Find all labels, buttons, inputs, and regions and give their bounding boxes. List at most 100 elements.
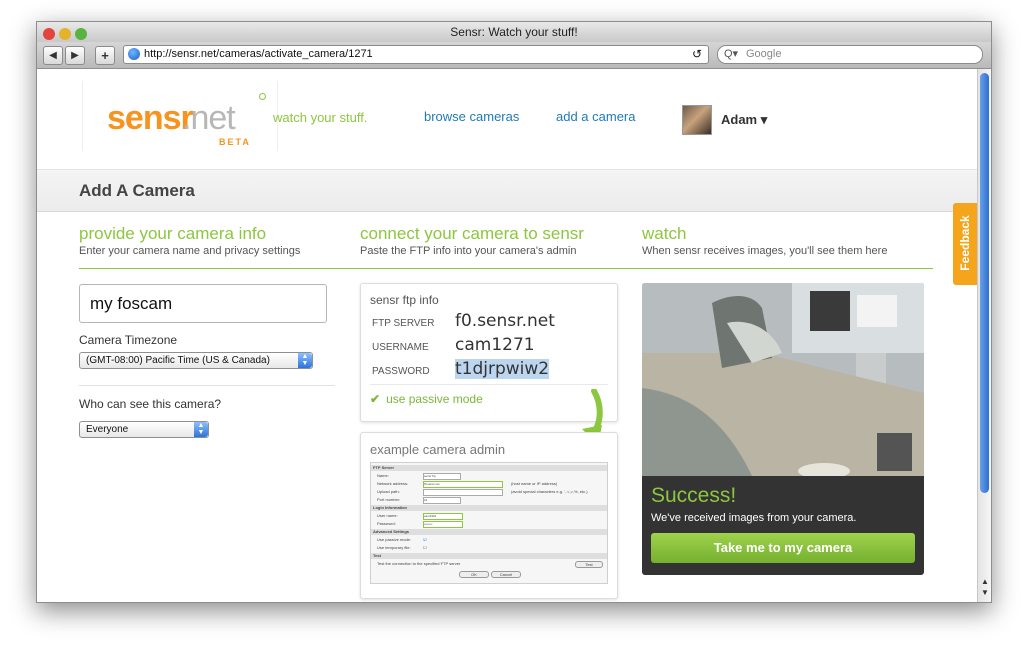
page-title: Add A Camera: [79, 181, 195, 200]
title-bar: Sensr: Watch your stuff!: [37, 22, 991, 43]
ftp-password-label: PASSWORD: [372, 366, 430, 377]
example-admin-screenshot: FTP Server Name: sensr ftp Network addre…: [370, 462, 608, 584]
mini-section: Advanced Settings: [371, 529, 607, 535]
sensr-logo[interactable]: sensr .net BETA: [82, 81, 278, 151]
search-icon: Q▾: [724, 48, 739, 60]
ftp-server-label: FTP SERVER: [372, 318, 435, 329]
mini-field: 21: [423, 497, 461, 504]
ftp-server-value[interactable]: f0.sensr.net: [455, 311, 555, 331]
nav-browse-cameras[interactable]: browse cameras: [424, 109, 519, 124]
success-message: We've received images from your camera.: [651, 512, 857, 524]
ftp-username-label: USERNAME: [372, 342, 429, 353]
mini-hint: (avoid special characters e.g. ',.<,>,%,…: [511, 489, 588, 494]
vertical-scrollbar[interactable]: ▲ ▼: [977, 69, 991, 602]
scrollbar-thumb[interactable]: [980, 73, 989, 493]
logo-beta: BETA: [219, 137, 251, 147]
camera-preview-card: Success! We've received images from your…: [642, 283, 924, 575]
card-divider: [370, 384, 608, 385]
address-url: http://sensr.net/cameras/activate_camera…: [144, 48, 373, 60]
add-bookmark-button[interactable]: +: [95, 46, 115, 65]
logo-dot-icon: [259, 93, 266, 100]
column-camera-info: provide your camera info Enter your came…: [79, 224, 300, 257]
column-subtitle: When sensr receives images, you'll see t…: [642, 245, 888, 257]
example-card-title: example camera admin: [370, 442, 506, 457]
mini-label: Name:: [377, 473, 389, 478]
browser-toolbar: ◀ ▶ + http://sensr.net/cameras/activate_…: [37, 42, 991, 69]
camera-scene: [642, 283, 924, 479]
mini-label: Password:: [377, 521, 396, 526]
select-arrows-icon: ▲ ▼: [194, 422, 208, 437]
mini-button: Test: [575, 561, 603, 568]
feedback-tab[interactable]: Feedback: [953, 203, 977, 285]
ftp-username-value[interactable]: cam1271: [455, 335, 535, 355]
mini-field: sensr ftp: [423, 473, 461, 480]
camera-name-value: my foscam: [90, 294, 173, 313]
column-subtitle: Enter your camera name and privacy setti…: [79, 245, 301, 257]
mini-label: Use passive mode:: [377, 537, 412, 542]
mini-section: Test: [371, 553, 607, 559]
scroll-down-arrow[interactable]: ▼: [980, 588, 990, 597]
search-placeholder: Google: [746, 48, 782, 60]
mini-label: Network address:: [377, 481, 409, 486]
column-title: connect your camera to sensr: [360, 224, 584, 243]
tagline: watch your stuff.: [273, 110, 368, 125]
column-watch: watch When sensr receives images, you'll…: [642, 224, 887, 257]
mini-button: Cancel: [491, 571, 521, 578]
passive-mode-note: ✔ use passive mode: [370, 392, 483, 406]
timezone-value: (GMT-08:00) Pacific Time (US & Canada): [86, 355, 270, 366]
mini-label: Test the connection to the specified FTP…: [377, 561, 461, 566]
form-divider: [79, 385, 335, 386]
column-title: provide your camera info: [79, 224, 267, 243]
mini-label: User name:: [377, 513, 398, 518]
column-title: watch: [642, 224, 687, 243]
success-heading: Success!: [651, 484, 737, 507]
select-arrows-icon: ▲ ▼: [298, 353, 312, 368]
site-header: sensr .net BETA watch your stuff. browse…: [37, 69, 977, 171]
privacy-select[interactable]: Everyone ▲ ▼: [79, 421, 209, 438]
nav-add-a-camera[interactable]: add a camera: [556, 109, 636, 124]
minimize-window-button[interactable]: [59, 28, 71, 40]
mini-field: ••••••••: [423, 521, 463, 528]
forward-button[interactable]: ▶: [65, 46, 85, 65]
window-title: Sensr: Watch your stuff!: [450, 25, 578, 39]
mini-section: FTP Server: [371, 465, 607, 471]
address-bar[interactable]: http://sensr.net/cameras/activate_camera…: [123, 45, 709, 64]
ftp-card-title: sensr ftp info: [370, 293, 439, 307]
user-menu[interactable]: Adam ▾: [721, 112, 767, 128]
reload-icon[interactable]: ↺: [692, 46, 702, 63]
feedback-label: Feedback: [958, 215, 972, 271]
search-input[interactable]: Q▾ Google: [717, 45, 983, 64]
ftp-password-value[interactable]: t1djrpwiw2: [455, 359, 550, 379]
timezone-label: Camera Timezone: [79, 333, 178, 347]
mini-hint: (host name or IP address): [511, 481, 558, 486]
column-subtitle: Paste the FTP info into your camera's ad…: [360, 245, 577, 257]
mini-label: Port number:: [377, 497, 401, 502]
logo-word: sensr: [107, 99, 194, 137]
zoom-window-button[interactable]: [75, 28, 87, 40]
browser-window: Sensr: Watch your stuff! ◀ ▶ + http://se…: [36, 21, 992, 603]
back-button[interactable]: ◀: [43, 46, 63, 65]
mini-button: OK: [459, 571, 489, 578]
mini-checkbox-checked: ☑: [423, 537, 427, 542]
timezone-select[interactable]: (GMT-08:00) Pacific Time (US & Canada) ▲…: [79, 352, 313, 369]
scroll-up-arrow[interactable]: ▲: [980, 577, 990, 586]
camera-snapshot[interactable]: [642, 283, 924, 479]
page-title-bar: Add A Camera: [37, 169, 977, 212]
column-connect: connect your camera to sensr Paste the F…: [360, 224, 584, 257]
avatar[interactable]: [682, 105, 712, 135]
mini-field: [423, 489, 503, 496]
example-admin-card: example camera admin FTP Server Name: se…: [360, 432, 618, 599]
camera-name-input[interactable]: my foscam: [79, 284, 327, 323]
privacy-label: Who can see this camera?: [79, 397, 222, 411]
take-me-to-camera-button[interactable]: Take me to my camera: [651, 533, 915, 563]
mini-field: cam1901: [423, 513, 463, 520]
mini-label: Use temporary file:: [377, 545, 411, 550]
mini-section: Login Information: [371, 505, 607, 511]
passive-mode-label: use passive mode: [386, 392, 483, 406]
close-window-button[interactable]: [43, 28, 55, 40]
mini-checkbox: ☐: [423, 545, 427, 550]
page-viewport: sensr .net BETA watch your stuff. browse…: [37, 69, 977, 602]
mini-field: f0.sensr.net: [423, 481, 503, 488]
section-divider: [79, 268, 933, 269]
privacy-value: Everyone: [86, 424, 129, 435]
